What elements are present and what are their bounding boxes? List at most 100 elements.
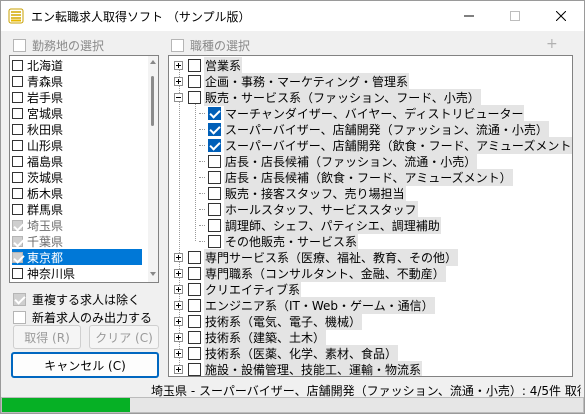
expand-icon[interactable] xyxy=(174,252,183,262)
tree-category-item[interactable]: 専門職系（コンサルタント、金融、不動産） xyxy=(174,264,446,282)
window-title: エン転職求人取得ソフト （サンプル版） xyxy=(31,10,251,24)
tree-item-checkbox[interactable] xyxy=(208,218,221,232)
tree-item-checkbox[interactable] xyxy=(208,186,221,200)
expand-icon[interactable] xyxy=(174,332,183,342)
prefecture-item[interactable]: 秋田県 xyxy=(12,121,142,137)
tree-subcategory-item[interactable]: 調理師、シェフ、パティシエ、調理補助 xyxy=(199,216,441,234)
scroll-up-icon[interactable] xyxy=(150,60,156,64)
tree-item-checkbox[interactable] xyxy=(188,282,201,296)
tree-subcategory-item[interactable]: スーパーバイザー、店舗開発（飲食・フード、アミューズメント） xyxy=(199,136,572,154)
tree-category-item[interactable]: 販売・サービス系（ファッション、フード、小売） xyxy=(174,88,481,106)
prefecture-checkbox[interactable] xyxy=(12,235,23,247)
tree-item-checkbox[interactable] xyxy=(208,234,221,248)
tree-category-item[interactable]: 専門サービス系（医療、福祉、教育、その他） xyxy=(174,248,459,266)
tree-item-checkbox[interactable] xyxy=(188,90,201,104)
fetch-button[interactable]: 取得 (R) xyxy=(13,325,81,349)
expand-icon[interactable] xyxy=(174,268,183,278)
prefecture-item[interactable]: 福島県 xyxy=(12,153,142,169)
new-only-checkbox[interactable] xyxy=(13,311,26,324)
cancel-button[interactable]: キャンセル (C) xyxy=(11,352,159,378)
option-new-only[interactable]: 新着求人のみ出力する xyxy=(13,309,152,326)
tree-item-checkbox[interactable] xyxy=(208,106,221,120)
tree-item-checkbox[interactable] xyxy=(188,362,201,376)
tree-subcategory-item[interactable]: マーチャンダイザー、バイヤー、ディストリビューター xyxy=(199,104,525,122)
location-select-all[interactable]: 勤務地の選択 xyxy=(13,37,104,54)
tree-category-item[interactable]: 施設・設備管理、技能工、運輸・物流系 xyxy=(174,360,423,376)
tree-subcategory-item[interactable]: 店長・店長候補（ファッション、流通・小売） xyxy=(199,152,478,170)
prefecture-checkbox[interactable] xyxy=(12,139,23,151)
prefecture-checkbox[interactable] xyxy=(12,59,23,71)
minimize-button[interactable] xyxy=(446,1,492,31)
tree-category-item[interactable]: クリエイティブ系 xyxy=(174,280,302,298)
prefecture-checkbox[interactable] xyxy=(12,155,23,167)
tree-category-item[interactable]: エンジニア系（IT・Web・ゲーム・通信） xyxy=(174,296,435,314)
prefecture-list[interactable]: 北海道 青森県 岩手県 宮城県 秋田県 山形県 福島県 茨城県 栃木県 群馬県 埼玉県 千葉県 東京都神… xyxy=(9,55,159,283)
close-button[interactable] xyxy=(538,1,584,31)
tree-subcategory-item[interactable]: ホールスタッフ、サービススタッフ xyxy=(199,200,418,218)
prefecture-item[interactable]: 青森県 xyxy=(12,73,142,89)
tree-item-checkbox[interactable] xyxy=(208,138,221,152)
tree-item-checkbox[interactable] xyxy=(188,266,201,280)
prefecture-checkbox[interactable] xyxy=(12,91,23,103)
prefecture-checkbox[interactable] xyxy=(12,187,23,199)
tree-category-item[interactable]: 技術系（電気、電子、機械） xyxy=(174,312,363,330)
tree-item-checkbox[interactable] xyxy=(188,250,201,264)
prefecture-item[interactable]: 埼玉県 xyxy=(12,217,142,233)
tree-category-item[interactable]: 技術系（建築、土木） xyxy=(174,328,327,346)
tree-item-checkbox[interactable] xyxy=(188,330,201,344)
option-dedupe[interactable]: 重複する求人は除く xyxy=(13,291,140,308)
tree-subcategory-item[interactable]: 販売・接客スタッフ、売り場担当 xyxy=(199,184,406,202)
tree-item-checkbox[interactable] xyxy=(188,314,201,328)
prefecture-item[interactable]: 宮城県 xyxy=(12,105,142,121)
prefecture-item[interactable]: 岩手県 xyxy=(12,89,142,105)
prefecture-item[interactable]: 群馬県 xyxy=(12,201,142,217)
prefecture-checkbox[interactable] xyxy=(12,171,23,183)
tree-item-checkbox[interactable] xyxy=(188,74,201,88)
expand-icon[interactable] xyxy=(174,364,183,374)
prefecture-scrollbar[interactable] xyxy=(148,56,158,282)
tree-item-checkbox[interactable] xyxy=(188,298,201,312)
prefecture-checkbox[interactable] xyxy=(12,75,23,87)
job-type-select-all[interactable]: 職種の選択 xyxy=(171,37,250,54)
tree-category-item[interactable]: 技術系（医薬、化学、素材、食品） xyxy=(174,344,399,362)
tree-item-checkbox[interactable] xyxy=(188,346,201,360)
expand-icon[interactable] xyxy=(174,60,183,70)
expand-icon[interactable] xyxy=(174,348,183,358)
prefecture-item[interactable]: 山形県 xyxy=(12,137,142,153)
prefecture-item[interactable]: 神奈川県 xyxy=(12,265,142,281)
job-type-tree[interactable]: 営業系 企画・事務・マーケティング・管理系 販売・サービス系（ファッション、フード、… xyxy=(168,55,573,377)
prefecture-checkbox[interactable] xyxy=(12,267,23,279)
prefecture-checkbox[interactable] xyxy=(12,251,23,263)
collapse-icon[interactable] xyxy=(174,92,183,102)
clear-button[interactable]: クリア (C) xyxy=(89,325,159,349)
tree-category-item[interactable]: 営業系 xyxy=(174,56,243,74)
prefecture-checkbox[interactable] xyxy=(12,123,23,135)
tree-item-checkbox[interactable] xyxy=(208,202,221,216)
tree-subcategory-item[interactable]: その他販売・サービス系 xyxy=(199,232,359,250)
scroll-down-icon[interactable] xyxy=(150,272,156,276)
maximize-button[interactable] xyxy=(492,1,538,31)
expand-icon[interactable] xyxy=(174,300,183,310)
tree-subcategory-item[interactable]: スーパーバイザー、店舗開発（ファッション、流通・小売） xyxy=(199,120,549,138)
tree-subcategory-item[interactable]: 店長・店長候補（飲食・フード、アミューズメント） xyxy=(199,168,513,186)
tree-item-checkbox[interactable] xyxy=(208,154,221,168)
scrollbar-thumb[interactable] xyxy=(151,76,154,126)
tree-item-checkbox[interactable] xyxy=(208,122,221,136)
expand-icon[interactable] xyxy=(174,316,183,326)
prefecture-item[interactable]: 北海道 xyxy=(12,57,142,73)
expand-icon[interactable] xyxy=(174,284,183,294)
prefecture-item[interactable]: 東京都 xyxy=(12,249,142,265)
prefecture-item[interactable]: 千葉県 xyxy=(12,233,142,249)
tree-category-item[interactable]: 企画・事務・マーケティング・管理系 xyxy=(174,72,410,90)
prefecture-item[interactable]: 茨城県 xyxy=(12,169,142,185)
dedupe-checkbox[interactable] xyxy=(13,293,26,306)
prefecture-checkbox[interactable] xyxy=(12,203,23,215)
location-select-all-checkbox[interactable] xyxy=(13,39,26,52)
tree-item-checkbox[interactable] xyxy=(188,58,201,72)
prefecture-checkbox[interactable] xyxy=(12,107,23,119)
prefecture-checkbox[interactable] xyxy=(12,219,23,231)
prefecture-item[interactable]: 栃木県 xyxy=(12,185,142,201)
expand-icon[interactable] xyxy=(174,76,183,86)
tree-item-checkbox[interactable] xyxy=(208,170,221,184)
job-type-select-all-checkbox[interactable] xyxy=(171,39,184,52)
